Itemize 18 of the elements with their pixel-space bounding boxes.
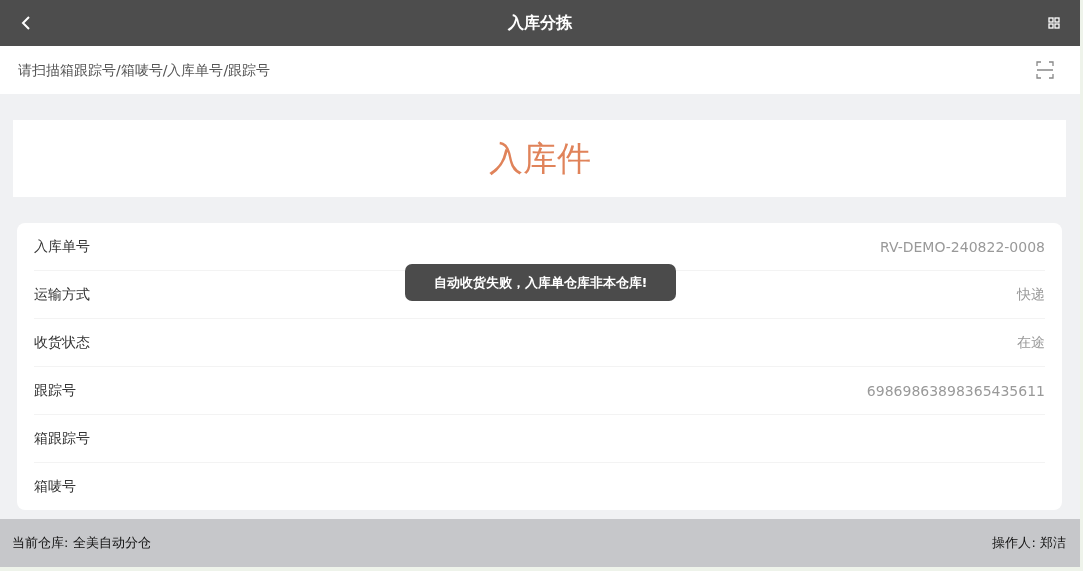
banner-title: 入库件: [488, 136, 591, 180]
back-icon[interactable]: [20, 15, 32, 31]
field-value: 在途: [1017, 333, 1045, 352]
current-warehouse: 当前仓库: 全美自动分仓: [12, 534, 151, 552]
page-title: 入库分拣: [508, 12, 572, 34]
field-label: 箱唛号: [34, 477, 76, 496]
toast-message: 自动收货失败，入库单仓库非本仓库!: [405, 264, 676, 301]
grid-icon[interactable]: [1048, 17, 1060, 29]
field-value: 69869863898365435611: [866, 382, 1045, 399]
field-label: 收货状态: [34, 333, 90, 352]
field-label: 箱跟踪号: [34, 429, 90, 448]
field-label: 入库单号: [34, 237, 90, 256]
field-label: 运输方式: [34, 285, 90, 304]
scan-field[interactable]: 请扫描箱跟踪号/箱唛号/入库单号/跟踪号: [0, 46, 1080, 94]
field-label: 跟踪号: [34, 381, 76, 400]
operator-name: 操作人: 郑洁: [992, 534, 1066, 552]
field-value: 快递: [1017, 285, 1045, 304]
field-value: RV-DEMO-240822-0008: [879, 238, 1045, 255]
